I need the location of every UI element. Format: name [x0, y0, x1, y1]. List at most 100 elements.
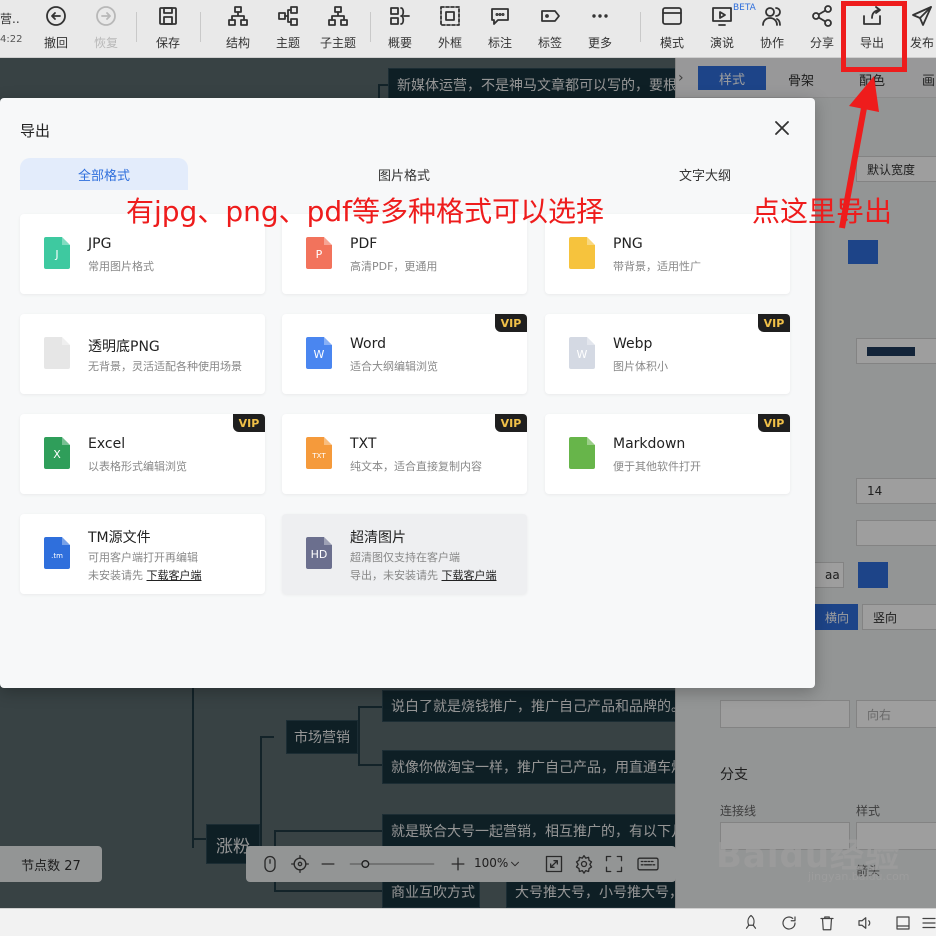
- card-description: 超清图仅支持在客户端: [350, 551, 460, 564]
- collab-icon: [762, 7, 781, 26]
- present-button[interactable]: 演说: [710, 4, 734, 54]
- vip-badge: VIP: [495, 314, 527, 332]
- undo-icon: [46, 6, 66, 26]
- card-description: 适合大纲编辑浏览: [350, 360, 438, 373]
- webp-file-icon: W: [569, 337, 595, 369]
- export-card-word[interactable]: W Word 适合大纲编辑浏览 VIP: [282, 314, 527, 394]
- tab-text-outline[interactable]: 文字大纲: [621, 158, 789, 190]
- save-button[interactable]: 保存: [156, 4, 180, 54]
- window-icon[interactable]: [894, 914, 912, 932]
- svg-text:X: X: [53, 448, 61, 461]
- close-icon[interactable]: [770, 116, 794, 140]
- export-card-png[interactable]: 透明底PNG 无背景，灵活适配各种使用场景: [20, 314, 265, 394]
- download-client-link[interactable]: 下载客户端: [147, 569, 202, 582]
- frame-icon: [440, 6, 460, 26]
- publish-button[interactable]: 发布: [910, 4, 934, 54]
- card-description-2: 导出，未安装请先 下载客户端: [350, 567, 497, 583]
- comment-button[interactable]: 标注: [488, 4, 512, 54]
- card-title: TXT: [350, 436, 377, 452]
- more-button[interactable]: 更多: [588, 4, 612, 54]
- trash-icon[interactable]: [818, 914, 836, 932]
- install-hint: 未安装请先: [88, 569, 147, 582]
- tag-button[interactable]: 标签: [538, 4, 562, 54]
- card-title: TM源文件: [88, 530, 151, 546]
- excel-file-icon: X: [44, 437, 70, 469]
- toolbar-divider: [370, 12, 371, 42]
- vip-badge: VIP: [495, 414, 527, 432]
- card-description: 纯文本，适合直接复制内容: [350, 460, 482, 473]
- svg-text:W: W: [314, 348, 325, 361]
- export-card-excel[interactable]: X Excel 以表格形式编辑浏览 VIP: [20, 414, 265, 494]
- export-card[interactable]: HD 超清图片 超清图仅支持在客户端 导出，未安装请先 下载客户端: [282, 514, 527, 594]
- undo-button[interactable]: 撤回: [44, 4, 68, 54]
- tab-image-formats[interactable]: 图片格式: [320, 158, 488, 190]
- svg-text:W: W: [577, 348, 588, 361]
- export-dialog: 导出 全部格式 图片格式 文字大纲 J JPG 常用图片格式 P PDF 高清PDF，更通…: [0, 98, 815, 688]
- menu-icon[interactable]: [920, 914, 936, 932]
- card-title: 透明底PNG: [88, 339, 160, 355]
- export-card-txt[interactable]: TXT TXT 纯文本，适合直接复制内容 VIP: [282, 414, 527, 494]
- frame-button[interactable]: 外框: [438, 4, 462, 54]
- mode-button[interactable]: 模式: [660, 4, 684, 54]
- export-card-markdown[interactable]: Markdown 便于其他软件打开 VIP: [545, 414, 790, 494]
- svg-text:HD: HD: [311, 548, 328, 561]
- volume-icon[interactable]: [856, 914, 874, 932]
- png-file-icon: [569, 237, 595, 269]
- redo-icon: [96, 6, 116, 26]
- title-fragment: 营...: [0, 12, 20, 26]
- card-title: Webp: [613, 336, 653, 352]
- toolbar-divider: [136, 12, 137, 42]
- download-client-link[interactable]: 下载客户端: [442, 569, 497, 582]
- card-title: JPG: [88, 236, 112, 252]
- summary-icon: [390, 7, 410, 25]
- comment-icon: [491, 8, 509, 25]
- install-hint: 导出，未安装请先: [350, 569, 442, 582]
- word-file-icon: W: [306, 337, 332, 369]
- beta-badge: BETA: [733, 3, 756, 13]
- card-description: 图片体积小: [613, 360, 668, 373]
- vip-badge: VIP: [758, 414, 790, 432]
- vip-badge: VIP: [233, 414, 265, 432]
- svg-text:.tm: .tm: [51, 552, 63, 560]
- card-description: 常用图片格式: [88, 260, 154, 273]
- hd-file-icon: HD: [306, 537, 332, 569]
- structure-button[interactable]: 结构: [226, 4, 250, 54]
- topic-button[interactable]: 主题: [276, 4, 300, 54]
- markdown-file-icon: [569, 437, 595, 469]
- publish-icon: [912, 6, 932, 26]
- rocket-icon[interactable]: [742, 914, 760, 932]
- svg-text:P: P: [316, 248, 323, 261]
- card-title: Markdown: [613, 436, 686, 452]
- card-title: 超清图片: [350, 530, 406, 546]
- topic-icon: [278, 6, 298, 26]
- redo-button[interactable]: 恢复: [94, 4, 118, 54]
- share-button[interactable]: 分享: [810, 4, 834, 54]
- top-toolbar: 营... 4:22 撤回 恢复 保存 结构 主题 子主题 概要 外框 标注 标签: [0, 0, 936, 58]
- structure-icon: [228, 6, 248, 26]
- svg-text:J: J: [54, 248, 58, 261]
- card-title: Word: [350, 336, 386, 352]
- save-icon: [159, 7, 177, 25]
- collab-button[interactable]: 协作: [760, 4, 784, 54]
- tm-file-icon: .tm: [44, 537, 70, 569]
- pdf-file-icon: P: [306, 237, 332, 269]
- tab-all-formats[interactable]: 全部格式: [20, 158, 188, 190]
- card-description: 无背景，灵活适配各种使用场景: [88, 360, 242, 373]
- more-icon: [592, 14, 608, 18]
- subtopic-icon: [328, 6, 348, 26]
- card-title: PNG: [613, 236, 643, 252]
- card-description-2: 未安装请先 下载客户端: [88, 567, 202, 583]
- toolbar-divider: [640, 12, 641, 42]
- export-card-tm[interactable]: .tm TM源文件可用客户端打开再编辑 未安装请先 下载客户端: [20, 514, 265, 594]
- refresh-icon[interactable]: [780, 914, 798, 932]
- summary-button[interactable]: 概要: [388, 4, 412, 54]
- card-description: 可用客户端打开再编辑: [88, 551, 198, 564]
- card-description: 便于其他软件打开: [613, 460, 701, 473]
- card-description: 带背景，适用性广: [613, 260, 701, 273]
- time-fragment: 4:22: [0, 34, 23, 45]
- export-card-webp[interactable]: W Webp 图片体积小 VIP: [545, 314, 790, 394]
- card-description: 以表格形式编辑浏览: [88, 460, 187, 473]
- present-icon: [712, 7, 732, 26]
- subtopic-button[interactable]: 子主题: [320, 4, 356, 54]
- formats-annotation: 有jpg、png、pdf等多种格式可以选择: [126, 195, 605, 228]
